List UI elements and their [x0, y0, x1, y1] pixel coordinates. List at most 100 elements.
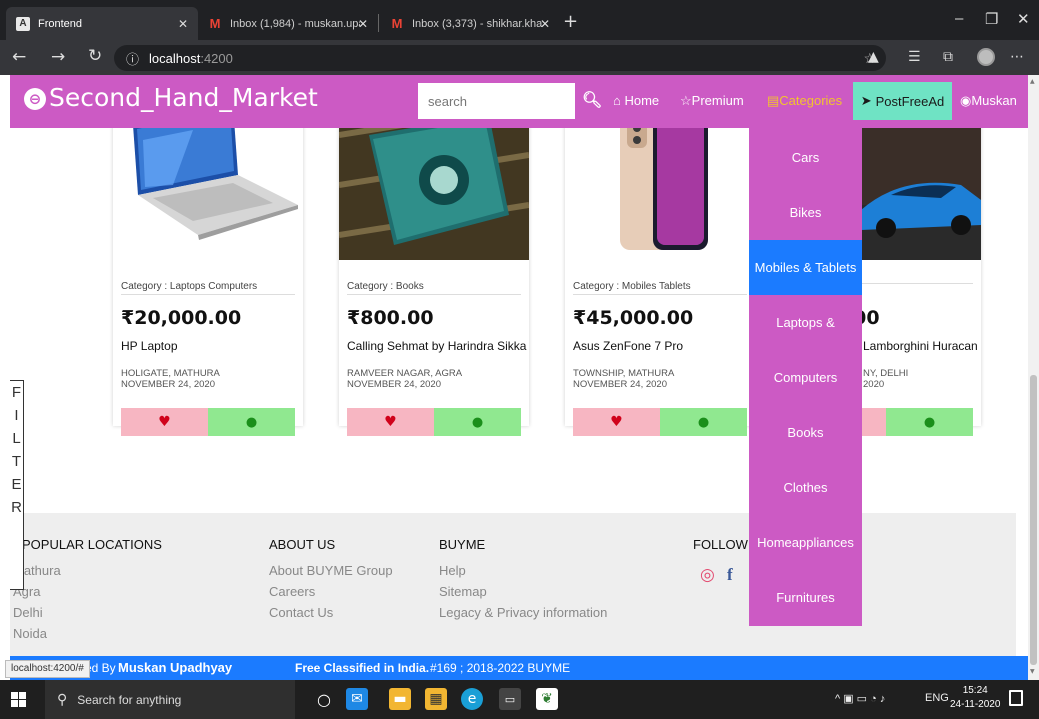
product-name[interactable]: HP Laptop: [121, 339, 178, 353]
instagram-icon[interactable]: ◎: [700, 565, 715, 585]
product-name[interactable]: Lamborghini Huracan: [863, 339, 978, 353]
facebook-icon[interactable]: f: [727, 565, 733, 585]
nav-categories[interactable]: ▤Categories: [767, 93, 842, 109]
copyright-author[interactable]: Muskan Upadhyay: [118, 660, 232, 675]
chat-icon: ●: [923, 414, 936, 430]
favorites-icon[interactable]: ☰: [908, 49, 921, 65]
filter-toggle[interactable]: F I L T E R: [10, 380, 24, 590]
collections-icon[interactable]: ⧉: [943, 49, 953, 65]
profile-avatar[interactable]: [977, 48, 995, 66]
url-field[interactable]: ⓘ localhost :4200 ☆: [114, 45, 886, 71]
mongodb-icon[interactable]: ❦: [536, 688, 558, 710]
footer-location-link[interactable]: Delhi: [13, 605, 43, 620]
scroll-up-icon[interactable]: ▲: [1030, 78, 1035, 85]
user-menu[interactable]: ◉Muskan: [960, 93, 1017, 109]
product-location-date: TOWNSHIP, MATHURA NOVEMBER 24, 2020: [573, 368, 675, 390]
extension-icon[interactable]: ▲: [868, 49, 879, 65]
back-icon[interactable]: ←: [12, 47, 26, 67]
category-mobiles-tablets[interactable]: Mobiles & Tablets: [749, 240, 862, 295]
home-icon: ⌂: [613, 93, 621, 108]
product-name[interactable]: Asus ZenFone 7 Pro: [573, 339, 683, 353]
site-header: ⊖Second_Hand_Market 🔍︎ ⌂ Home ☆Premium ▤…: [10, 75, 1028, 128]
app-icon: A: [16, 16, 30, 31]
tab-inbox-shikhar[interactable]: M Inbox (3,373) - shikhar.khare_cs1 ✕: [380, 7, 560, 40]
wishlist-button[interactable]: ♥: [347, 408, 434, 436]
taskbar-clock[interactable]: 15:24 24-11-2020: [950, 684, 1000, 712]
wishlist-button[interactable]: ♥: [573, 408, 660, 436]
chat-button[interactable]: ●: [208, 408, 295, 436]
brand-logo[interactable]: ⊖ Second_Hand_Market: [24, 83, 318, 112]
scrollbar-thumb[interactable]: [1030, 375, 1037, 665]
filter-letter: E: [11, 476, 22, 493]
chat-button[interactable]: ●: [660, 408, 747, 436]
category-cars[interactable]: Cars: [749, 150, 862, 165]
system-tray-icons[interactable]: ^ ▣ ▭ ◔ ♪: [835, 692, 885, 705]
product-card[interactable]: Category : Books ₹800.00 Calling Sehmat …: [339, 95, 529, 436]
product-location-date: RAMVEER NAGAR, AGRA NOVEMBER 24, 2020: [347, 368, 463, 390]
footer-buyme-link[interactable]: Legacy & Privacy information: [439, 605, 607, 620]
edge-browser-icon[interactable]: e: [461, 688, 483, 710]
footer-buyme-link[interactable]: Sitemap: [439, 584, 487, 599]
scroll-down-icon[interactable]: ▼: [1030, 668, 1035, 675]
taskbar-search-placeholder: Search for anything: [77, 692, 182, 707]
more-icon[interactable]: ⋯: [1010, 49, 1024, 65]
tab-frontend[interactable]: A Frontend ✕: [6, 7, 198, 40]
info-icon[interactable]: ⓘ: [126, 49, 139, 68]
windows-start-icon[interactable]: [11, 692, 26, 707]
task-view-icon[interactable]: ○: [313, 688, 335, 710]
footer-about-link[interactable]: About BUYME Group: [269, 563, 393, 578]
category-books[interactable]: Books: [749, 425, 862, 440]
forward-icon[interactable]: →: [51, 47, 65, 67]
send-icon: ➤: [860, 93, 872, 108]
footer-about-link[interactable]: Contact Us: [269, 605, 333, 620]
file-explorer-icon[interactable]: ▬: [389, 688, 411, 710]
language-indicator[interactable]: ENG: [925, 692, 949, 704]
footer-buyme-title: BUYME: [439, 537, 486, 552]
product-location-date: HOLIGATE, MATHURA NOVEMBER 24, 2020: [121, 368, 220, 390]
wishlist-button[interactable]: ♥: [121, 408, 208, 436]
document-icon: ▤: [767, 93, 780, 108]
product-card[interactable]: Category : Laptops Computers ₹20,000.00 …: [113, 95, 303, 436]
new-tab-button[interactable]: +: [563, 11, 578, 32]
minimize-icon[interactable]: –: [955, 10, 963, 27]
terminal-icon[interactable]: ▭: [499, 688, 521, 710]
restore-icon[interactable]: ❐: [985, 10, 998, 28]
store-icon[interactable]: ▦: [425, 688, 447, 710]
chat-button[interactable]: ●: [434, 408, 521, 436]
category-laptops[interactable]: Laptops &: [749, 315, 862, 330]
footer-about-link[interactable]: Careers: [269, 584, 315, 599]
taskbar-search[interactable]: ⚲ Search for anything: [45, 680, 295, 719]
search-icon: ⚲: [57, 691, 68, 707]
windows-taskbar: ⚲ Search for anything ○ ✉ ▬ ▦ e ▭ ❦ ^ ▣ …: [0, 680, 1039, 719]
heart-icon: ♥: [158, 414, 171, 430]
category-clothes[interactable]: Clothes: [749, 480, 862, 495]
chat-button[interactable]: ●: [886, 408, 973, 436]
product-price: ₹800.00: [347, 307, 434, 329]
product-card[interactable]: Category : Mobiles Tablets ₹45,000.00 As…: [565, 95, 755, 436]
gmail-icon: M: [391, 16, 403, 31]
search-icon[interactable]: 🔍︎: [582, 90, 602, 109]
category-homeappliances[interactable]: Homeappliances: [749, 535, 862, 550]
category-bikes[interactable]: Bikes: [749, 205, 862, 220]
post-free-ad-button[interactable]: ➤ PostFreeAd: [853, 82, 952, 120]
clock-date: 24-11-2020: [950, 699, 1001, 710]
nav-home[interactable]: ⌂ Home: [613, 93, 659, 108]
mail-icon[interactable]: ✉: [346, 688, 368, 710]
close-icon[interactable]: ✕: [358, 17, 368, 31]
search-input[interactable]: [418, 83, 575, 119]
categories-dropdown: Cars Bikes Mobiles & Tablets Laptops & C…: [749, 128, 862, 626]
nav-premium[interactable]: ☆Premium: [680, 93, 744, 109]
close-icon[interactable]: ✕: [540, 17, 550, 31]
tab-inbox-muskan[interactable]: M Inbox (1,984) - muskan.upadhya ✕: [198, 7, 378, 40]
product-name[interactable]: Calling Sehmat by Harindra Sikka: [347, 339, 526, 353]
category-computers[interactable]: Computers: [749, 370, 862, 385]
footer-location-link[interactable]: Noida: [13, 626, 47, 641]
close-icon[interactable]: ✕: [178, 17, 188, 31]
copyright-bar: ed By Muskan Upadhyay Free Classified in…: [10, 656, 1028, 680]
close-window-icon[interactable]: ✕: [1017, 10, 1030, 28]
notification-icon[interactable]: [1009, 690, 1023, 706]
heart-icon: ♥: [610, 414, 623, 430]
refresh-icon[interactable]: ↻: [88, 46, 102, 66]
footer-buyme-link[interactable]: Help: [439, 563, 466, 578]
category-furnitures[interactable]: Furnitures: [749, 590, 862, 605]
